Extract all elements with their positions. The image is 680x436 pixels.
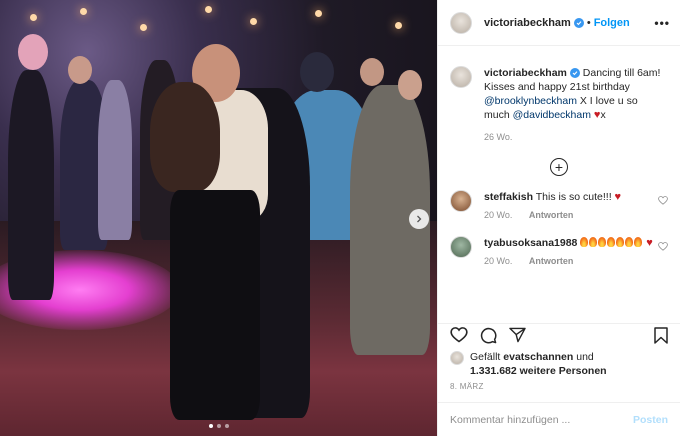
reply-button[interactable]: Antworten [529, 210, 574, 220]
more-options-icon[interactable]: ••• [654, 16, 670, 30]
author-avatar[interactable] [450, 11, 472, 34]
verified-badge-icon [573, 17, 584, 28]
comments-section: victoriabeckham Dancing till 6am! Kisses… [438, 46, 680, 324]
heart-emoji-icon: ♥ [646, 237, 653, 249]
likes-count-link[interactable]: 1.331.682 weitere Personen [470, 365, 607, 377]
commenter-avatar[interactable] [450, 236, 472, 258]
reply-button[interactable]: Antworten [529, 256, 574, 266]
follow-button[interactable]: Folgen [594, 17, 630, 29]
load-more-comments: + [450, 158, 668, 176]
photo-guest [8, 70, 54, 300]
carousel-dot [216, 424, 221, 428]
photo-guest-head [18, 34, 48, 70]
likes-prefix: Gefällt [470, 351, 501, 363]
comment-bubble-icon[interactable] [480, 327, 497, 344]
mention-link-brooklyn[interactable]: @brooklynbeckham [484, 95, 577, 107]
commenter-avatar[interactable] [450, 190, 472, 212]
share-paper-plane-icon[interactable] [509, 327, 526, 343]
instagram-post: victoriabeckham • Folgen ••• victoriabec… [0, 0, 680, 436]
commenter-username[interactable]: steffakish [484, 191, 533, 203]
comment-input[interactable] [450, 413, 633, 426]
photo-guest-head [398, 70, 422, 100]
post-date[interactable]: 8. MÄRZ [450, 382, 484, 391]
photo-guest-head [300, 52, 334, 92]
comment-time: 20 Wo. [484, 210, 513, 220]
likes-summary: Gefällt evatschannen und 1.331.682 weite… [450, 350, 670, 378]
author-username[interactable]: victoriabeckham [484, 17, 571, 29]
liker-username[interactable]: evatschannen [503, 351, 573, 363]
caption-avatar[interactable] [450, 66, 472, 88]
post-caption: victoriabeckham Dancing till 6am! Kisses… [450, 66, 668, 142]
like-comment-heart-icon[interactable] [658, 196, 668, 205]
photo-guest-head [68, 56, 92, 84]
carousel-next-button[interactable] [409, 209, 429, 229]
caption-body-3: x [600, 109, 606, 121]
verified-badge-icon [569, 68, 580, 79]
caption-text: victoriabeckham Dancing till 6am! Kisses… [484, 66, 664, 122]
comment-item: steffakish This is so cute!!! ♥ 20 Wo. A… [450, 190, 668, 220]
post-header: victoriabeckham • Folgen ••• [438, 0, 680, 46]
commenter-username[interactable]: tyabusoksana1988 [484, 237, 577, 249]
plus-circle-icon[interactable]: + [550, 158, 568, 176]
photo-woman-dress [170, 190, 260, 420]
photo-guest [98, 80, 132, 240]
post-photo[interactable] [0, 0, 437, 436]
comment-item: tyabusoksana1988 ♥ 20 Wo. Antworten [450, 236, 668, 266]
chevron-right-icon [417, 215, 422, 223]
like-comment-heart-icon[interactable] [658, 242, 668, 251]
heart-emoji-icon: ♥ [614, 191, 622, 203]
header-separator: • [586, 16, 591, 29]
carousel-dot [208, 424, 213, 428]
bookmark-save-icon[interactable] [654, 326, 668, 344]
likes-conjunction: und [576, 351, 594, 363]
carousel-dot [224, 424, 229, 428]
post-actions [450, 324, 668, 346]
liker-avatar[interactable] [450, 351, 464, 365]
fire-emoji-icon [580, 237, 643, 249]
mention-link-david[interactable]: @davidbeckham [513, 109, 591, 121]
like-heart-icon[interactable] [450, 327, 468, 343]
caption-time: 26 Wo. [484, 132, 513, 142]
caption-username[interactable]: victoriabeckham [484, 67, 567, 79]
add-comment-bar: Posten [438, 402, 680, 436]
post-sidebar: victoriabeckham • Folgen ••• victoriabec… [437, 0, 680, 436]
post-comment-button[interactable]: Posten [633, 414, 668, 426]
photo-guest-head [360, 58, 384, 86]
photo-woman-hair [150, 82, 220, 192]
comment-text: This is so cute!!! [535, 191, 612, 203]
comment-time: 20 Wo. [484, 256, 513, 266]
carousel-indicator [0, 424, 437, 428]
